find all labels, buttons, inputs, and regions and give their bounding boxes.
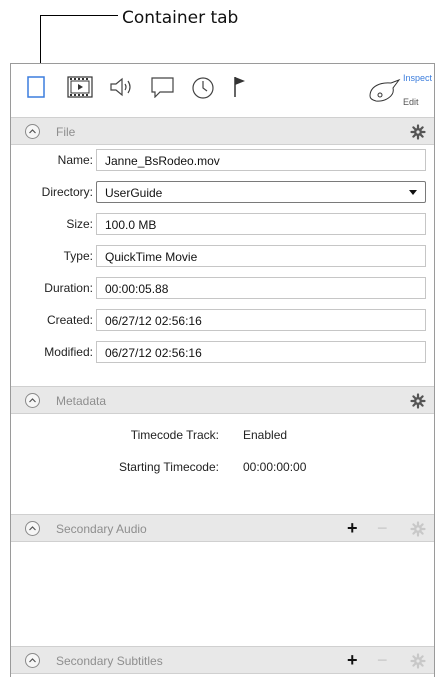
inspect-mode-label[interactable]: Inspect [403,73,432,83]
secondary-audio-section-title: Secondary Audio [56,522,147,536]
timecode-track-value[interactable]: Enabled [243,428,287,442]
inspect-edit-toggle-icon[interactable] [367,78,401,109]
inspector-toolbar: Inspect Edit [11,64,434,117]
size-field[interactable]: 100.0 MB [96,213,426,235]
created-label: Created: [46,313,93,327]
chevron-down-icon [409,190,417,195]
secondary-subtitles-section-header[interactable]: Secondary Subtitles + − [11,646,434,674]
callout-line [40,15,118,16]
timecode-track-label: Timecode Track: [130,428,219,442]
remove-audio-button[interactable]: − [377,518,388,539]
add-subtitles-button[interactable]: + [347,650,358,671]
directory-select-value: UserGuide [105,186,163,200]
gear-icon[interactable] [410,653,426,674]
gear-icon[interactable] [410,393,426,414]
created-field[interactable]: 06/27/12 02:56:16 [96,309,426,331]
metadata-section-title: Metadata [56,394,107,408]
add-audio-button[interactable]: + [347,518,358,539]
file-section-title: File [56,125,76,139]
name-label: Name: [57,153,93,167]
directory-select[interactable]: UserGuide [96,181,426,203]
starting-timecode-value[interactable]: 00:00:00:00 [243,460,306,474]
modified-field[interactable]: 06/27/12 02:56:16 [96,341,426,363]
gear-icon[interactable] [410,521,426,542]
type-field[interactable]: QuickTime Movie [96,245,426,267]
container-tab-icon[interactable] [27,76,45,103]
file-section-header[interactable]: File [11,117,434,145]
timing-tab-icon[interactable] [191,76,215,105]
duration-label: Duration: [44,281,93,295]
size-label: Size: [66,217,93,231]
duration-field[interactable]: 00:00:05.88 [96,277,426,299]
callout-label: Container tab [122,8,239,28]
subtitles-tab-icon[interactable] [150,76,176,103]
collapse-toggle-icon[interactable] [25,124,40,139]
collapse-toggle-icon[interactable] [25,393,40,408]
directory-label: Directory: [41,185,93,199]
type-label: Type: [63,249,93,263]
remove-subtitles-button[interactable]: − [377,650,388,671]
starting-timecode-label: Starting Timecode: [118,460,219,474]
secondary-subtitles-section-title: Secondary Subtitles [56,654,163,668]
modified-label: Modified: [44,345,93,359]
inspector-panel: Inspect Edit File Name: Janne_BsRodeo.mo… [10,63,435,677]
video-tab-icon[interactable] [67,76,93,103]
edit-mode-label[interactable]: Edit [403,97,419,107]
markers-tab-icon[interactable] [232,76,250,103]
collapse-toggle-icon[interactable] [25,521,40,536]
metadata-section-header[interactable]: Metadata [11,386,434,414]
name-field[interactable]: Janne_BsRodeo.mov [96,149,426,171]
callout-line-vertical [40,15,41,63]
collapse-toggle-icon[interactable] [25,653,40,668]
gear-icon[interactable] [410,124,426,145]
audio-tab-icon[interactable] [109,76,135,103]
secondary-audio-section-header[interactable]: Secondary Audio + − [11,514,434,542]
